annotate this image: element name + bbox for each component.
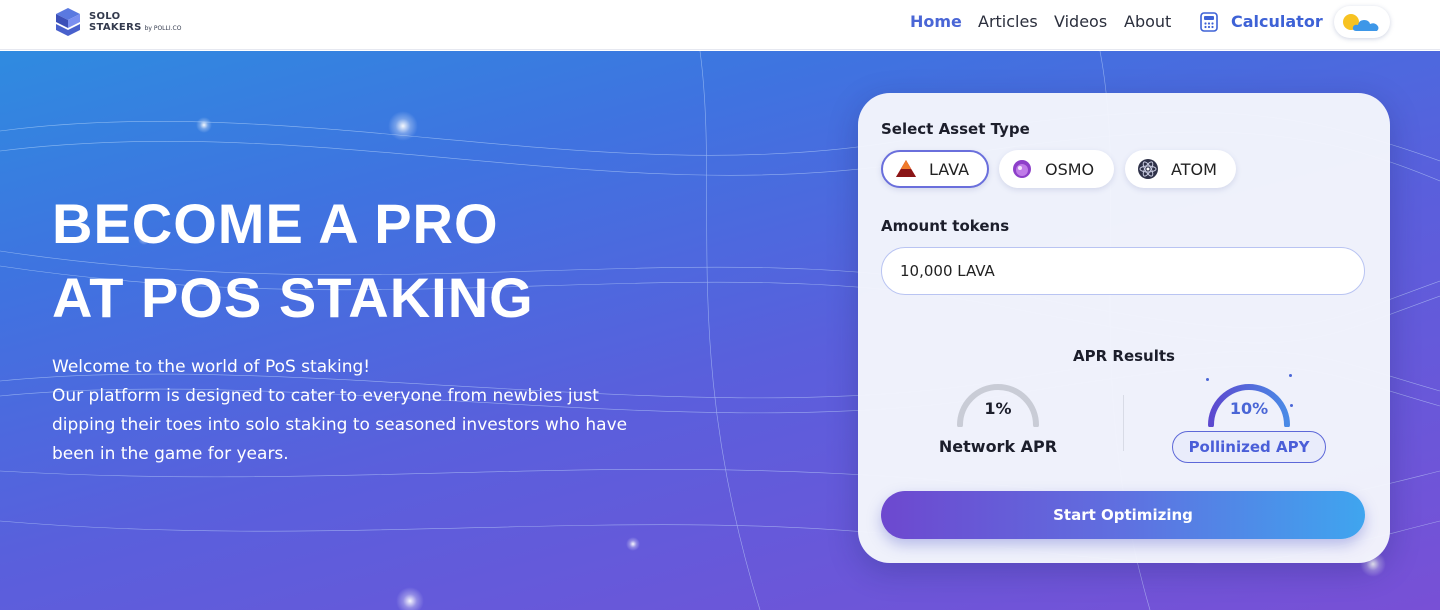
asset-type-label: Select Asset Type [881, 120, 1030, 138]
sparkle [196, 117, 212, 133]
asset-chip-label: ATOM [1171, 159, 1217, 179]
sparkle [626, 537, 640, 551]
lava-icon [896, 160, 916, 177]
pollinized-apy-value: 10% [1229, 399, 1269, 418]
headline-line2: AT POS STAKING [52, 266, 534, 329]
asset-chip-lava[interactable]: LAVA [881, 150, 989, 188]
nav-home[interactable]: Home [910, 12, 962, 32]
hero-section: BECOME A PRO AT POS STAKING Welcome to t… [0, 51, 1440, 610]
asset-chip-label: LAVA [929, 159, 970, 179]
calculator-icon[interactable] [1200, 12, 1218, 32]
osmo-icon [1013, 160, 1031, 178]
sparkle [396, 587, 424, 610]
sparkle [388, 111, 418, 141]
site-header: SOLO STAKERS by POLLI.CO Home Articles Vi… [0, 0, 1440, 50]
asset-chip-label: OSMO [1045, 159, 1095, 179]
nav-calculator[interactable]: Calculator [1231, 12, 1323, 32]
start-optimizing-button[interactable]: Start Optimizing [881, 491, 1365, 539]
hero-welcome: Welcome to the world of PoS staking! [52, 357, 371, 377]
staking-calculator-card: Select Asset Type LAVA OSMO ATOM Amount … [858, 93, 1390, 563]
asset-chip-osmo[interactable]: OSMO [999, 150, 1114, 188]
hero-lead: Welcome to the world of PoS staking! Our… [52, 353, 652, 469]
cloud-icon [1352, 20, 1379, 31]
main-nav: Home Articles Videos About Calculator [0, 12, 1440, 36]
sparkle-dot [1289, 374, 1292, 377]
amount-label: Amount tokens [881, 217, 1010, 235]
nav-about[interactable]: About [1124, 12, 1171, 32]
results-divider [1123, 395, 1124, 451]
asset-chip-atom[interactable]: ATOM [1125, 150, 1236, 188]
amount-input[interactable] [881, 247, 1365, 295]
nav-videos[interactable]: Videos [1054, 12, 1107, 32]
apr-results-title: APR Results [1073, 347, 1175, 365]
pollinized-apy-badge[interactable]: Pollinized APY [1172, 431, 1326, 463]
atom-icon [1138, 159, 1158, 179]
hero-headline: BECOME A PRO AT POS STAKING [52, 187, 534, 335]
network-apr-value: 1% [984, 399, 1012, 418]
nav-articles[interactable]: Articles [978, 12, 1038, 32]
hero-description: Our platform is designed to cater to eve… [52, 386, 628, 464]
theme-toggle[interactable] [1334, 6, 1390, 38]
network-apr-label: Network APR [938, 437, 1058, 456]
headline-line1: BECOME A PRO [52, 192, 499, 255]
